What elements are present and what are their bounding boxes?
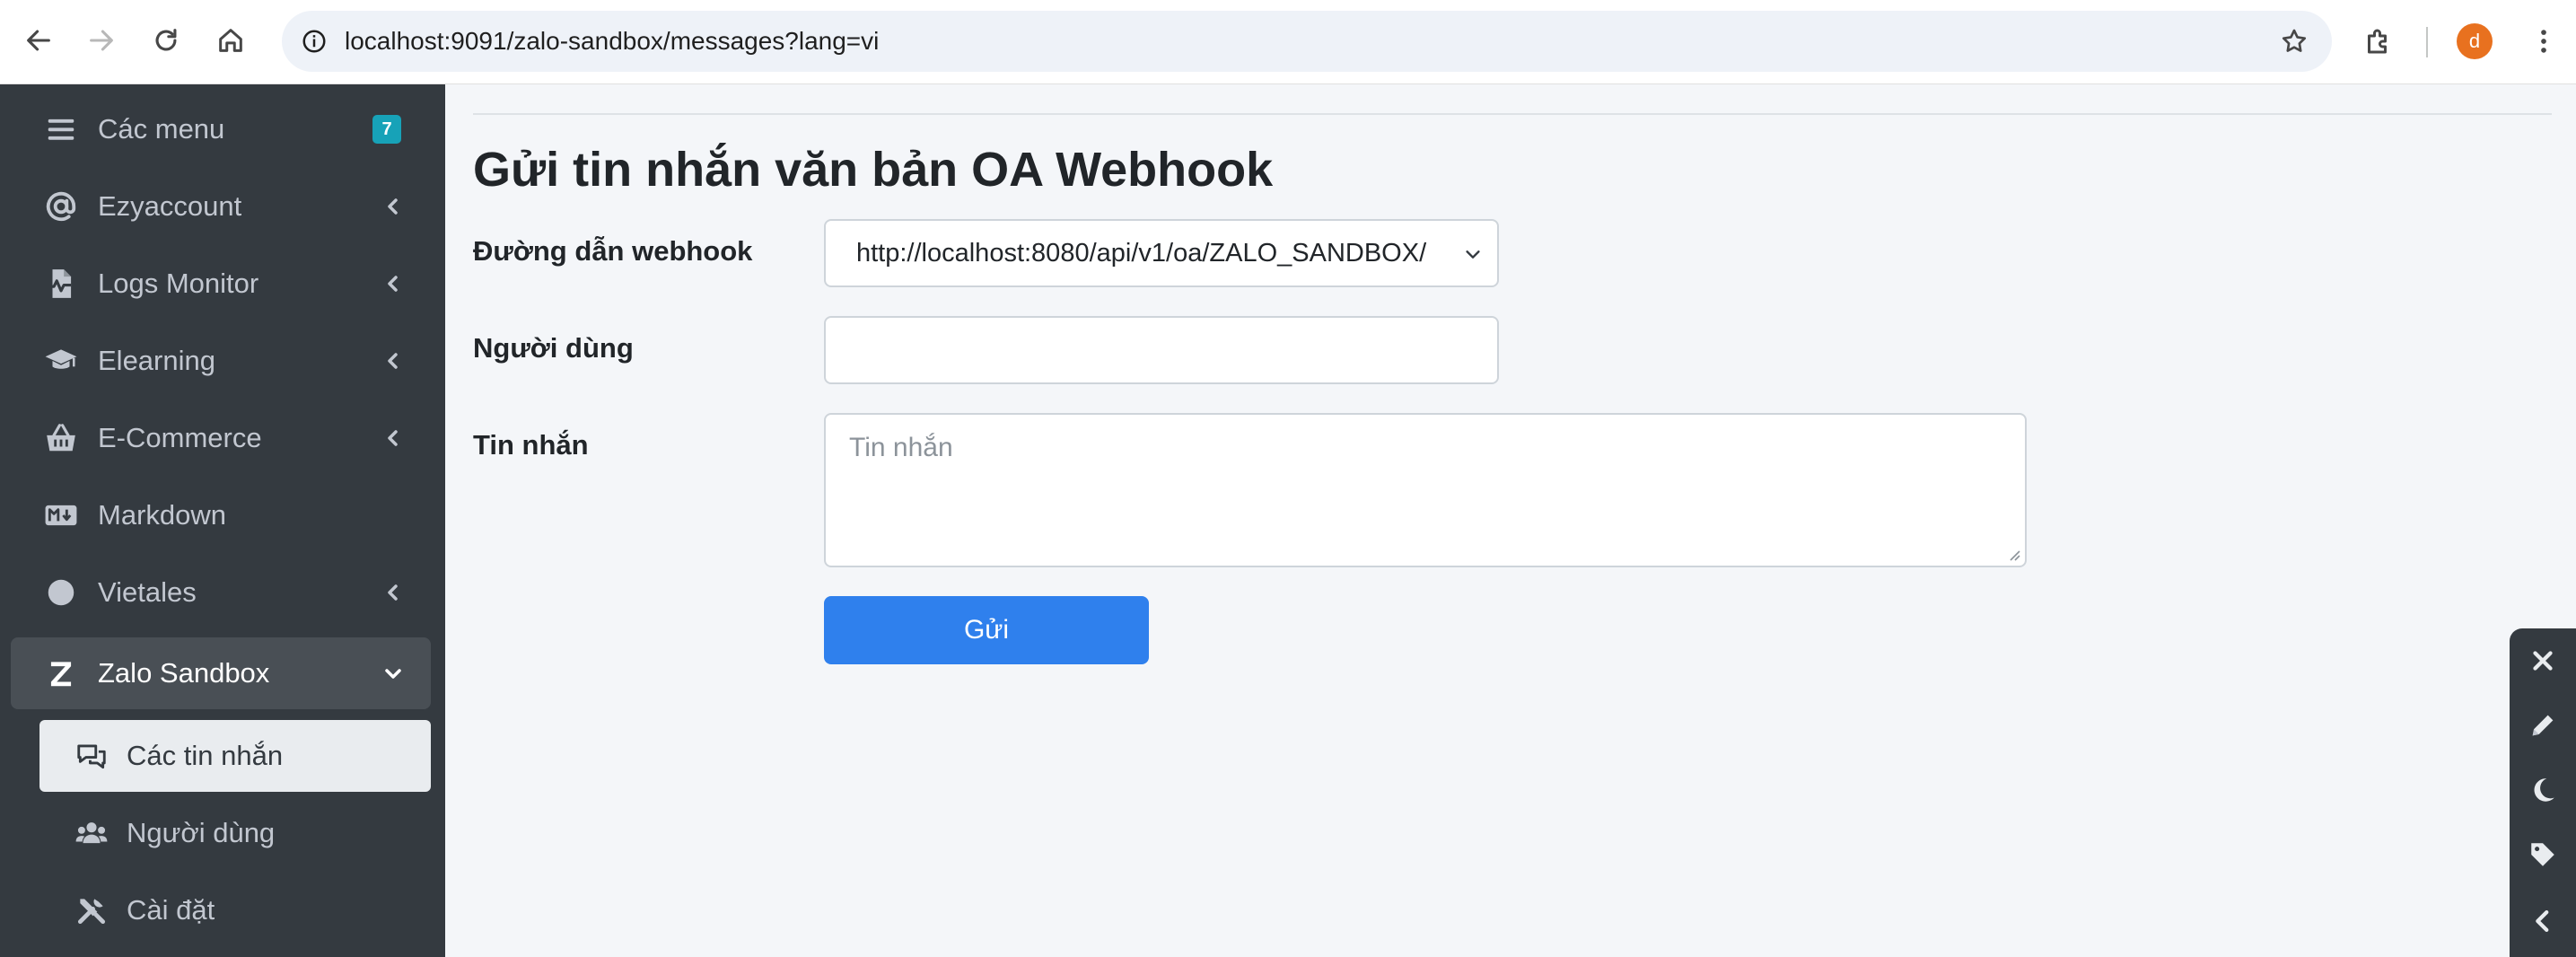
sidebar-item-label: Ezyaccount: [98, 190, 242, 222]
url-text[interactable]: localhost:9091/zalo-sandbox/messages?lan…: [345, 11, 879, 72]
webhook-select[interactable]: http://localhost:8080/api/v1/oa/ZALO_SAN…: [824, 219, 1499, 287]
close-icon[interactable]: [2510, 628, 2576, 693]
home-icon: [219, 29, 242, 52]
sidebar-item-label: Zalo Sandbox: [98, 657, 270, 689]
profile-avatar[interactable]: d: [2457, 23, 2493, 59]
at-icon: [41, 187, 81, 226]
sidebar-item-logs-monitor[interactable]: Logs Monitor: [11, 248, 431, 320]
message-placeholder: Tin nhắn: [849, 433, 953, 462]
menu-count-badge: 7: [372, 115, 401, 144]
extensions-puzzle-icon[interactable]: [2357, 20, 2400, 63]
markdown-icon: [41, 496, 81, 535]
chevron-left-icon: [381, 194, 406, 219]
reload-icon: [155, 29, 177, 51]
sidebar-subitem-label: Cài đặt: [127, 894, 215, 926]
sidebar-item-label: Logs Monitor: [98, 268, 259, 299]
message-textarea[interactable]: Tin nhắn: [824, 413, 2027, 567]
sidebar-item-e-commerce[interactable]: E-Commerce: [11, 402, 431, 474]
sidebar-item-label: Các menu: [98, 113, 225, 145]
webhook-selected-value: http://localhost:8080/api/v1/oa/ZALO_SAN…: [856, 239, 1427, 268]
more-menu-icon[interactable]: [2524, 20, 2563, 63]
sidebar-subitem-messages[interactable]: Các tin nhắn: [39, 720, 431, 792]
message-label: Tin nhắn: [473, 429, 589, 461]
file-pulse-icon: [41, 264, 81, 303]
chevron-left-icon: [381, 580, 406, 605]
forward-button[interactable]: [79, 18, 124, 63]
browser-toolbar: localhost:9091/zalo-sandbox/messages?lan…: [0, 0, 2576, 84]
content-divider: [473, 113, 2552, 115]
sidebar-subitem-users[interactable]: Người dùng: [39, 797, 431, 869]
user-label: Người dùng: [473, 332, 634, 364]
floating-toolbar: [2510, 628, 2576, 957]
sidebar-item-elearning[interactable]: Elearning: [11, 325, 431, 397]
chevron-down-icon: [1461, 242, 1485, 266]
page-title: Gửi tin nhắn văn bản OA Webhook: [473, 143, 1274, 197]
toolbar-separator: [2426, 27, 2428, 57]
arrow-left-icon: [27, 30, 50, 51]
user-input[interactable]: [824, 316, 1499, 384]
circle-icon: [41, 573, 81, 612]
sidebar-item-label: Elearning: [98, 345, 215, 376]
sidebar-item-zalo-sandbox[interactable]: Zalo Sandbox: [11, 637, 431, 709]
hamburger-icon: [41, 110, 81, 149]
site-info-icon[interactable]: [293, 20, 336, 63]
sidebar-item-vietales[interactable]: Vietales: [11, 557, 431, 628]
address-bar[interactable]: localhost:9091/zalo-sandbox/messages?lan…: [282, 11, 2332, 72]
pencil-icon[interactable]: [2510, 693, 2576, 758]
resize-grip-icon[interactable]: [2005, 546, 2021, 562]
sidebar-item-ezyaccount[interactable]: Ezyaccount: [11, 171, 431, 242]
zalo-z-icon: [41, 654, 81, 693]
reload-button[interactable]: [144, 18, 188, 63]
users-icon: [72, 813, 111, 853]
sidebar-subitem-settings[interactable]: Cài đặt: [39, 874, 431, 946]
sidebar-item-label: E-Commerce: [98, 422, 262, 453]
sidebar: Các menu 7 Ezyaccount Logs Monitor Elear…: [0, 84, 445, 957]
send-button[interactable]: Gửi: [824, 596, 1149, 664]
chevron-left-icon[interactable]: [2510, 889, 2576, 953]
arrow-right-icon: [90, 30, 113, 51]
tag-icon[interactable]: [2510, 822, 2576, 887]
chevron-left-icon: [381, 271, 406, 296]
basket-icon: [41, 418, 81, 458]
back-button[interactable]: [16, 18, 61, 63]
chevron-left-icon: [381, 348, 406, 373]
graduation-cap-icon: [41, 341, 81, 381]
sidebar-subitem-label: Người dùng: [127, 817, 276, 848]
sidebar-item-menus[interactable]: Các menu 7: [11, 93, 431, 165]
sidebar-subitem-label: Các tin nhắn: [127, 740, 284, 771]
home-button[interactable]: [208, 18, 253, 63]
bookmark-star-icon[interactable]: [2276, 23, 2312, 59]
webhook-label: Đường dẫn webhook: [473, 235, 753, 267]
sidebar-item-label: Vietales: [98, 576, 197, 608]
chat-bubbles-icon: [72, 736, 111, 776]
chevron-left-icon: [381, 426, 406, 451]
sidebar-item-markdown[interactable]: Markdown: [11, 479, 431, 551]
chevron-down-icon: [381, 661, 406, 686]
moon-icon[interactable]: [2510, 758, 2576, 822]
tools-icon: [72, 891, 111, 930]
sidebar-item-label: Markdown: [98, 499, 226, 531]
